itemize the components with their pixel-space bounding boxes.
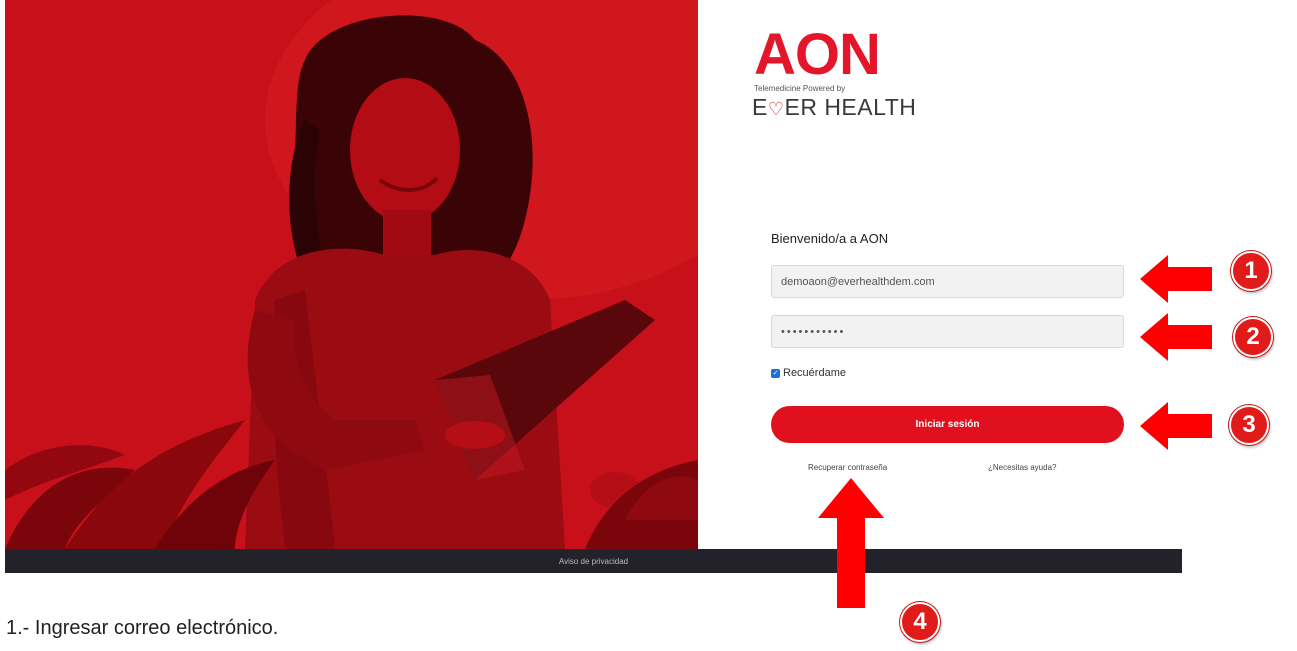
footer-bar: Aviso de privacidad — [5, 549, 1182, 573]
help-link[interactable]: ¿Necesitas ayuda? — [988, 463, 1056, 472]
login-button[interactable]: Iniciar sesión — [771, 406, 1124, 443]
step-badge-3: 3 — [1229, 405, 1269, 445]
annotation-arrow-4 — [818, 478, 884, 608]
step-badge-2: 2 — [1233, 317, 1273, 357]
privacy-notice-link[interactable]: Aviso de privacidad — [559, 557, 628, 566]
remember-me[interactable]: ✓ Recuérdame — [771, 367, 846, 379]
email-field[interactable]: demoaon@everhealthdem.com — [771, 265, 1124, 298]
password-field[interactable]: ••••••••••• — [771, 315, 1124, 348]
recover-password-link[interactable]: Recuperar contraseña — [808, 463, 887, 472]
instruction-caption: 1.- Ingresar correo electrónico. — [6, 617, 279, 639]
heart-icon: ♡ — [767, 99, 785, 119]
welcome-heading: Bienvenido/a a AON — [771, 231, 889, 246]
hero-image — [5, 0, 698, 549]
ever-health-logo: E♡ER HEALTH — [752, 94, 917, 120]
woman-with-laptop-illustration — [5, 0, 698, 549]
step-badge-4: 4 — [900, 602, 940, 642]
annotation-arrow-1 — [1140, 255, 1212, 303]
aon-logo: AON — [754, 22, 881, 87]
powered-by-text: Telemedicine Powered by — [754, 84, 846, 93]
annotation-arrow-3 — [1140, 402, 1212, 450]
step-badge-1: 1 — [1231, 251, 1271, 291]
remember-label: Recuérdame — [783, 367, 846, 379]
remember-checkbox[interactable]: ✓ — [771, 368, 780, 378]
annotation-arrow-2 — [1140, 313, 1212, 361]
